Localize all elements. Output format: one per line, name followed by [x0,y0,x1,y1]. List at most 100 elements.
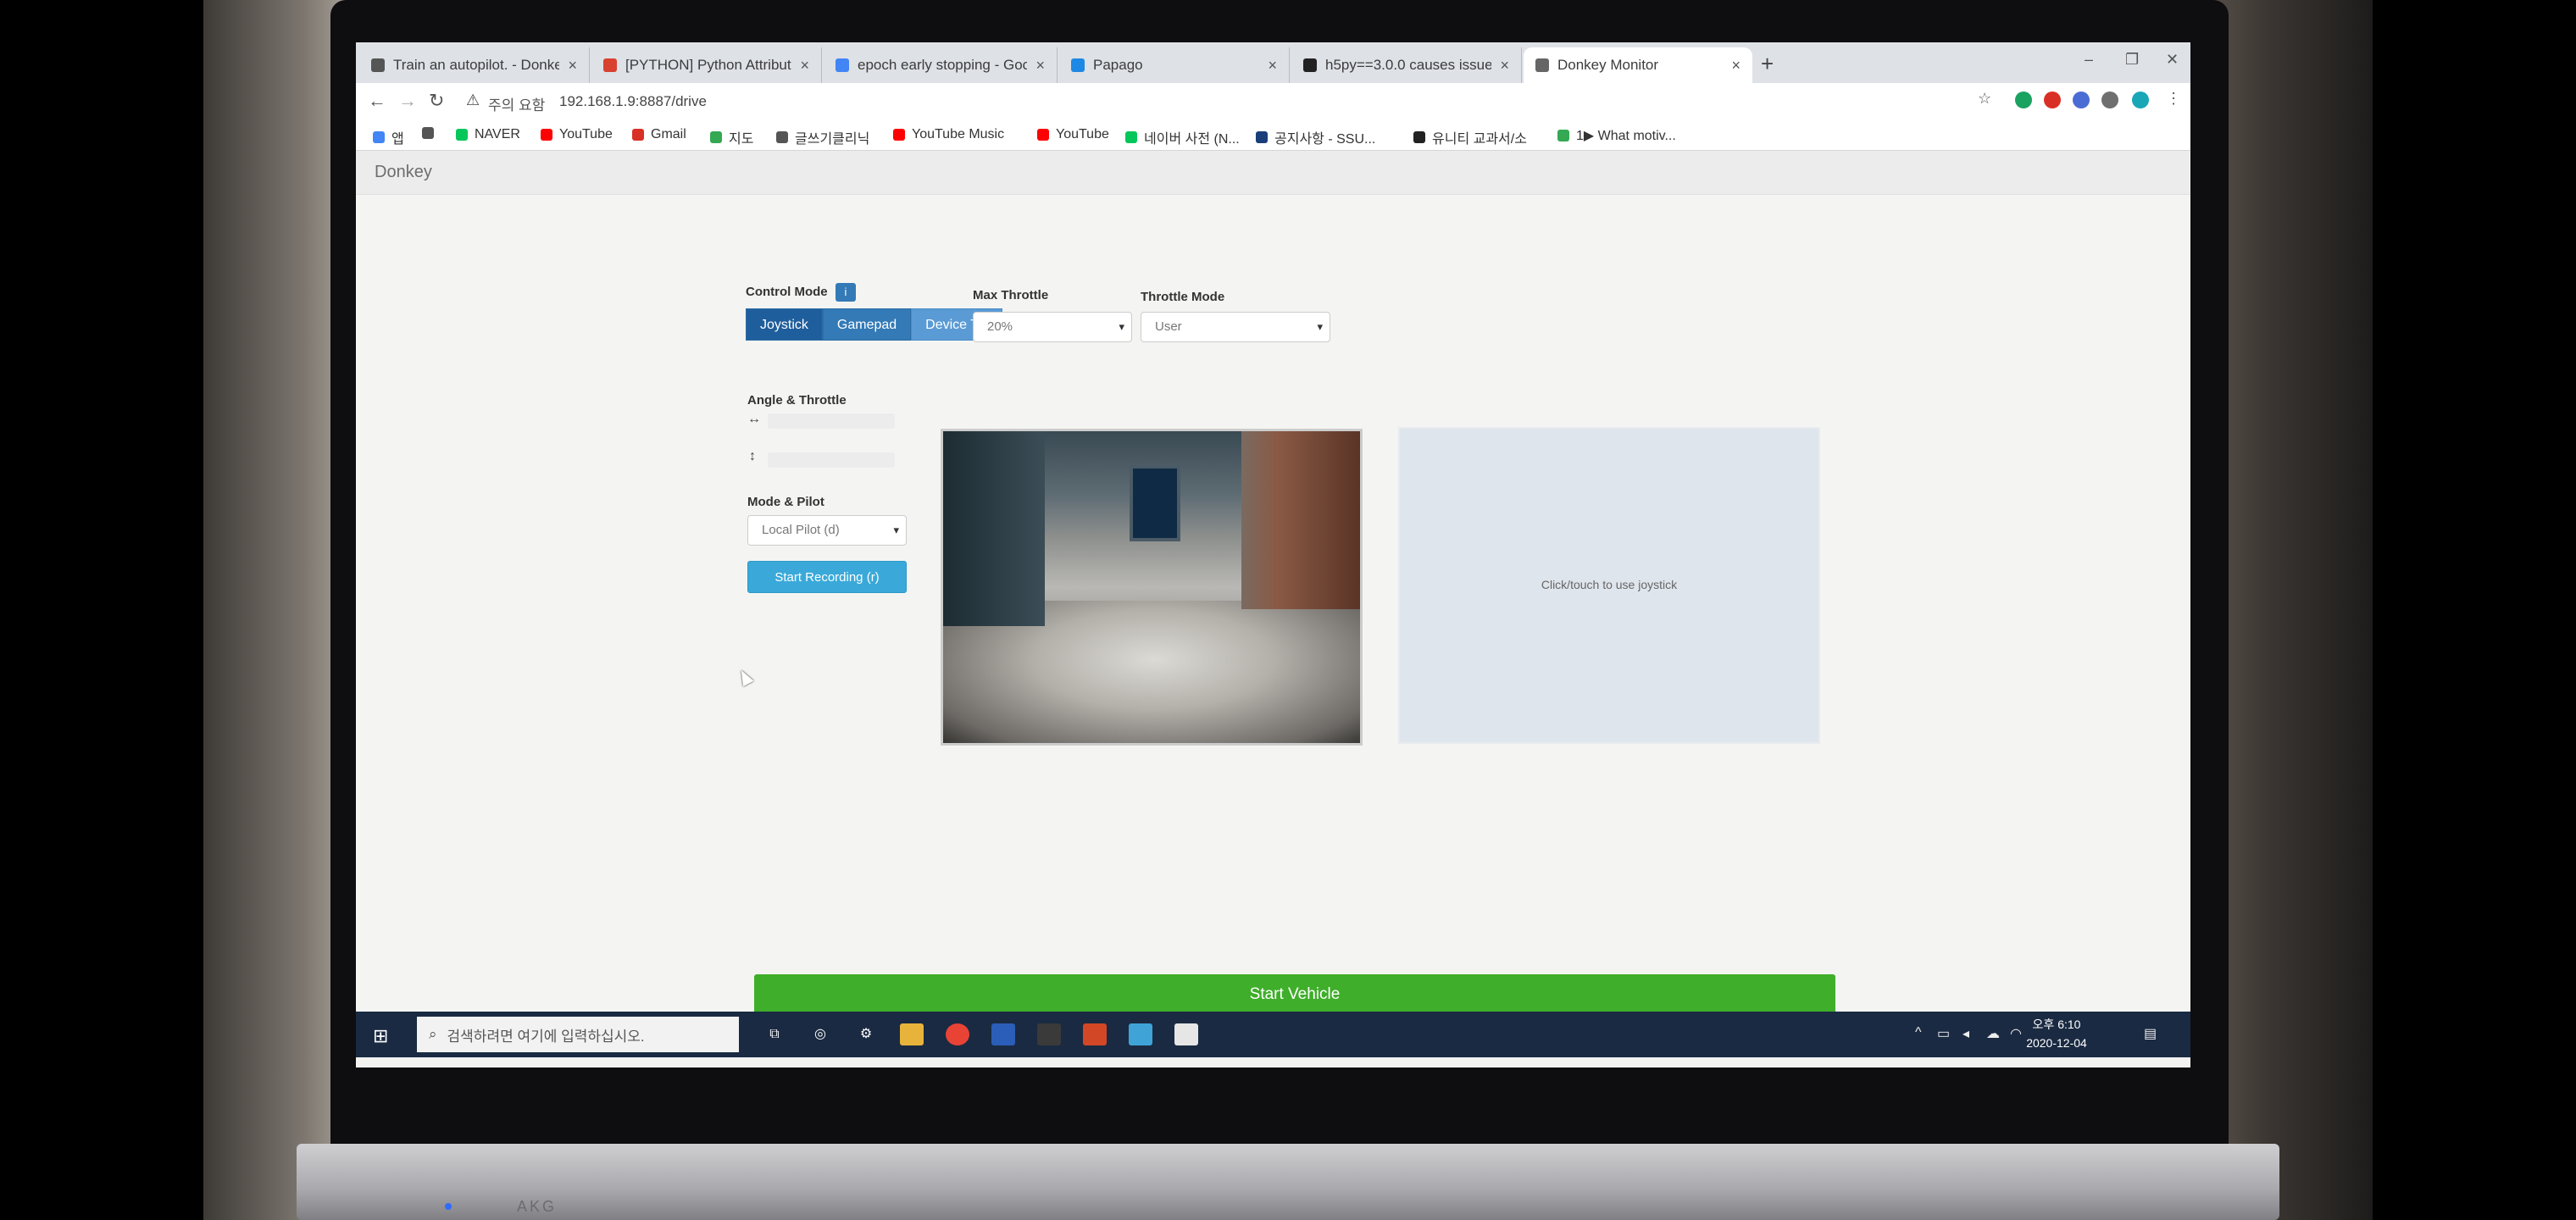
maximize-button[interactable]: ❐ [2125,51,2139,69]
bookmark-label: YouTube [559,127,613,141]
gamepad-mode-button[interactable]: Gamepad [822,308,912,341]
browser-toolbar: ← → ↻ ⚠ 주의 요함 192.168.1.9:8887/drive ☆ ⋮ [356,83,2190,120]
bookmark-label: 공지사항 - SSU... [1274,132,1376,147]
powerpoint-icon[interactable] [1083,1023,1107,1045]
camera-feed [941,429,1363,746]
browser-tab[interactable]: Papago × [1059,47,1290,83]
tab-favicon-icon [1303,58,1317,72]
minimize-button[interactable]: – [2085,51,2093,69]
close-window-button[interactable]: ✕ [2166,51,2179,69]
url-text[interactable]: 192.168.1.9:8887/drive [559,93,707,110]
mode-pilot-select[interactable]: Local Pilot (d) ▾ [747,515,907,546]
browser-tab[interactable]: epoch early stopping - Goo × [824,47,1058,83]
tab-close-icon[interactable]: × [1500,57,1509,75]
start-vehicle-button[interactable]: Start Vehicle [754,974,1835,1015]
taskbar-clock[interactable]: 오후 6:10 2020-12-04 [2018,1015,2095,1052]
back-icon[interactable]: ← [368,90,386,112]
notification-icon[interactable]: ▤ [2144,1025,2157,1042]
translate-icon[interactable] [2073,92,2090,108]
app-icon[interactable] [1129,1023,1152,1045]
reload-icon[interactable]: ↻ [429,90,444,112]
brand-link[interactable]: Donkey [375,163,432,182]
extensions-puzzle-icon[interactable] [2101,92,2118,108]
tab-title: epoch early stopping - Goo [858,57,1028,73]
bookmark-item[interactable]: NAVER [456,127,520,142]
bookmark-favicon-icon [1413,131,1425,143]
tab-favicon-icon [1535,58,1549,72]
browser-tab[interactable]: [PYTHON] Python Attribute × [591,47,822,83]
laptop-brand: AKG [517,1198,558,1215]
bookmark-item[interactable]: YouTube [1037,127,1109,142]
bookmark-favicon-icon [632,129,644,141]
tab-close-icon[interactable]: × [1731,57,1740,75]
profile-avatar[interactable] [2132,92,2149,108]
bookmark-favicon-icon [456,129,468,141]
extension-icon[interactable] [2015,92,2032,108]
browser-tab-strip: + – ❐ ✕ Train an autopilot. - Donkey × [PY… [356,42,2190,83]
tray-chevron-icon[interactable]: ^ [1915,1025,1922,1040]
throttle-arrows-icon: ↕ [749,449,756,463]
address-bar[interactable]: ⚠ 주의 요함 192.168.1.9:8887/drive [458,88,2186,115]
donkey-page: Donkey Control Mode i Joystick Gamepad D… [356,151,2190,1015]
notepad-icon[interactable] [1174,1023,1198,1045]
tab-favicon-icon [603,58,617,72]
taskbar-search[interactable]: ⌕ 검색하려면 여기에 입력하십시오. [417,1017,739,1052]
bookmark-favicon-icon [710,131,722,143]
browser-tab[interactable]: h5py==3.0.0 causes issues × [1291,47,1522,83]
word-icon[interactable] [991,1023,1015,1045]
tab-close-icon[interactable]: × [1035,57,1045,75]
forward-icon[interactable]: → [398,90,417,112]
extension-icon[interactable] [2044,92,2061,108]
bookmark-label: NAVER [475,127,520,141]
chevron-down-icon: ▾ [893,524,899,536]
volume-icon[interactable]: ◂ [1963,1025,1969,1042]
task-view-icon[interactable]: ⧉ [763,1023,786,1045]
terminal-icon[interactable] [1037,1023,1061,1045]
max-throttle-select[interactable]: 20% ▾ [973,312,1132,342]
angle-bar [768,413,895,429]
browser-tab[interactable]: Train an autopilot. - Donkey × [359,47,590,83]
info-icon[interactable]: i [836,283,856,302]
max-throttle-label: Max Throttle [973,288,1049,302]
bookmark-favicon-icon [1256,131,1268,143]
bookmark-item[interactable]: YouTube [541,127,613,142]
tab-close-icon[interactable]: × [568,57,577,75]
bookmark-item[interactable]: YouTube Music [893,127,1004,142]
bookmark-item[interactable]: Gmail [632,127,686,142]
bookmark-favicon-icon [1557,130,1569,141]
menu-icon[interactable]: ⋮ [2166,90,2181,108]
bookmark-item[interactable]: 1▶ What motiv... [1557,127,1676,144]
bookmark-item[interactable]: 공지사항 - SSU... [1256,127,1375,147]
bookmark-item[interactable]: 네이버 사전 (N... [1125,127,1240,147]
throttle-mode-select[interactable]: User ▾ [1141,312,1330,342]
chevron-down-icon: ▾ [1119,320,1124,333]
app-icon[interactable]: ◎ [808,1023,832,1045]
bookmark-item[interactable] [422,127,441,139]
network-icon[interactable]: ▭ [1937,1025,1950,1042]
bookmark-star-icon[interactable]: ☆ [1978,90,1991,108]
new-tab-button[interactable]: + [1761,51,1774,77]
tab-favicon-icon [1071,58,1085,72]
bookmark-label: 유니티 교과서/소 [1432,132,1527,147]
tab-close-icon[interactable]: × [800,57,809,75]
cloud-icon[interactable]: ☁ [1986,1025,2000,1042]
windows-start-icon[interactable]: ⊞ [373,1025,388,1047]
tab-close-icon[interactable]: × [1268,57,1277,75]
file-explorer-icon[interactable] [900,1023,924,1045]
bookmark-item[interactable]: 앱 [373,127,404,147]
chevron-down-icon: ▾ [1317,320,1323,333]
joystick-mode-button[interactable]: Joystick [746,308,823,341]
angle-throttle-label: Angle & Throttle [747,393,847,408]
control-mode-group: Joystick Gamepad Device Tilt [746,308,1002,341]
mode-pilot-value: Local Pilot (d) [762,523,840,537]
bookmark-item[interactable]: 지도 [710,127,753,147]
bookmark-item[interactable]: 글쓰기클리닉 [776,127,869,147]
bookmark-item[interactable]: 유니티 교과서/소 [1413,127,1527,147]
mouse-cursor-icon [736,667,754,687]
chrome-icon[interactable] [946,1023,969,1045]
settings-gear-icon[interactable]: ⚙ [854,1023,878,1045]
start-recording-button[interactable]: Start Recording (r) [747,561,907,593]
joystick-pad[interactable]: Click/touch to use joystick [1398,427,1820,744]
security-label: 주의 요함 [488,97,546,114]
browser-tab[interactable]: Donkey Monitor × [1524,47,1752,83]
